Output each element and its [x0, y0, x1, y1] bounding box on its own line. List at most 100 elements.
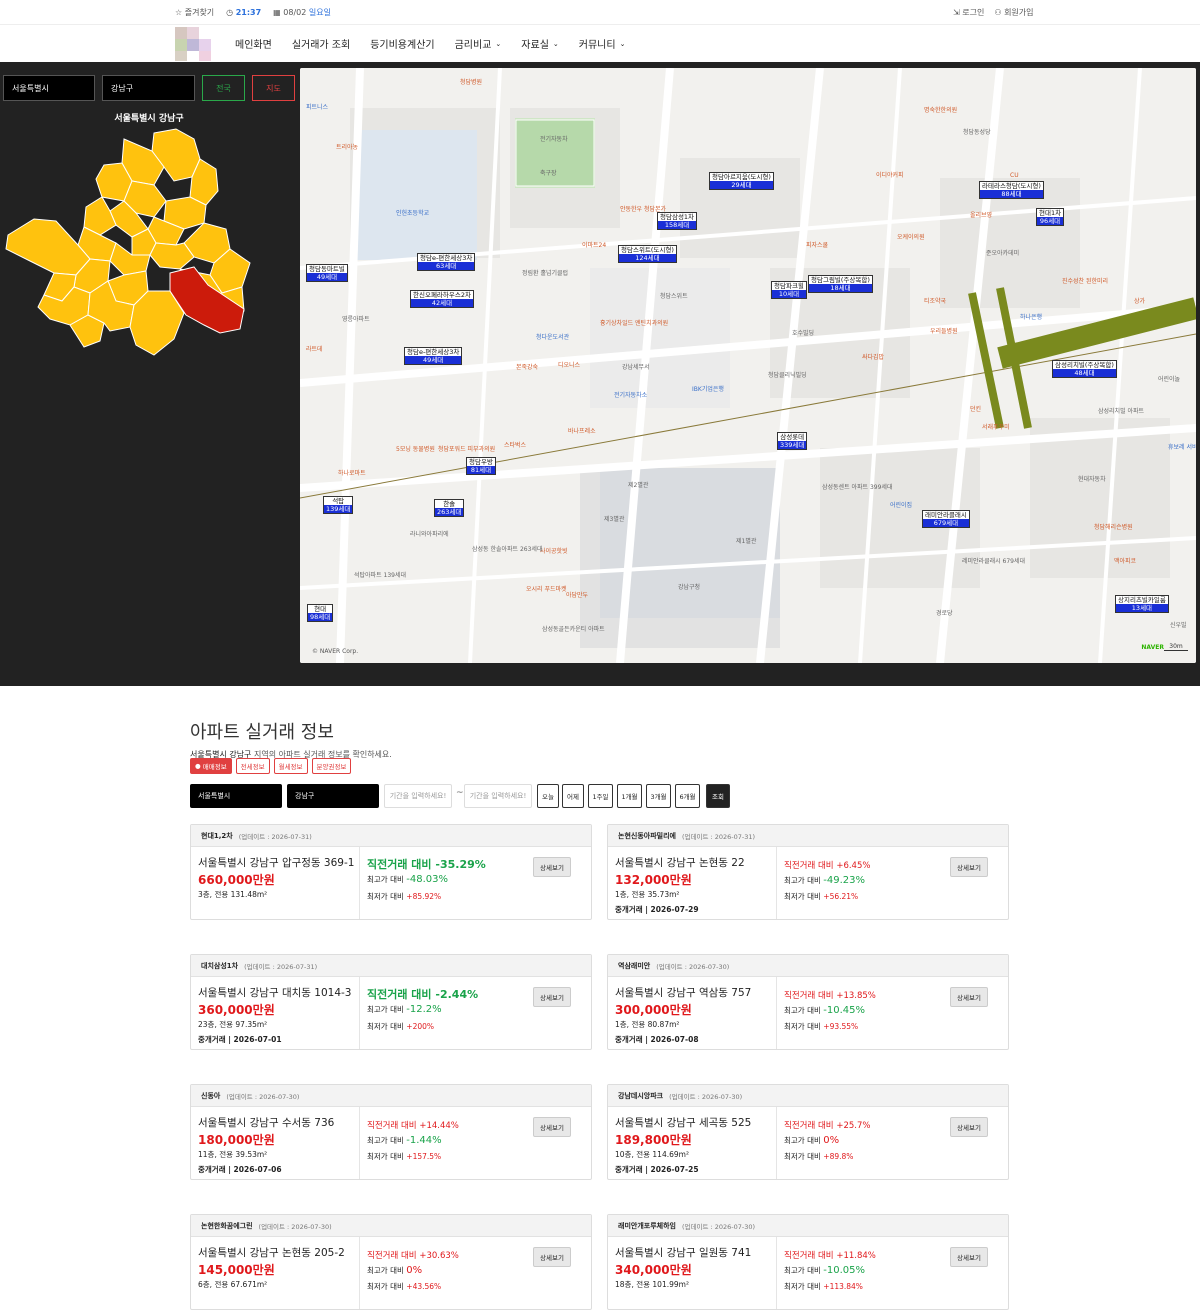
- chat-icon: ●: [195, 762, 201, 770]
- site-logo[interactable]: [175, 27, 213, 61]
- apt-marker-count: 42세대: [411, 299, 473, 307]
- tab-sale[interactable]: ● 매매정보: [190, 758, 232, 774]
- detail-button[interactable]: 상세보기: [533, 1117, 571, 1137]
- apt-marker-count: 96세대: [1037, 217, 1064, 225]
- date-end-input[interactable]: 기간을 입력하세요!: [464, 784, 532, 808]
- apt-marker[interactable]: 래미안라클래시 679세대: [922, 510, 970, 528]
- tab-presale[interactable]: 분양권정보: [311, 758, 352, 774]
- apt-address: 서울특별시 강남구 수서동 736: [198, 1117, 335, 1129]
- map-poi: 싸다김밥: [862, 354, 885, 361]
- apt-marker[interactable]: 삼성롯데 339세대: [777, 432, 808, 450]
- period-today-button[interactable]: 오늘: [537, 784, 559, 808]
- map-poi: CU: [1010, 172, 1019, 179]
- signup-link[interactable]: ⚇ 회원가입: [994, 7, 1033, 18]
- apt-marker[interactable]: 한솔 263세대: [434, 499, 465, 517]
- apt-marker-name: 청담파크힐: [774, 282, 804, 290]
- deal-price: 145,000만원: [198, 1263, 275, 1277]
- filter-district-select[interactable]: 강남구: [287, 784, 379, 808]
- detail-button[interactable]: 상세보기: [950, 1117, 988, 1137]
- nav-home[interactable]: 메인화면: [235, 36, 272, 51]
- search-button[interactable]: 조회: [706, 784, 730, 808]
- login-label: 로그인: [962, 7, 985, 17]
- bookmark-link[interactable]: ☆ 즐겨찾기: [175, 7, 214, 18]
- apt-marker[interactable]: 청담파크힐 10세대: [771, 281, 807, 299]
- apt-marker[interactable]: 청담그림빌(주상복합) 18세대: [808, 275, 873, 293]
- nav-archive[interactable]: 자료실 ⌄: [521, 36, 558, 52]
- detail-button[interactable]: 상세보기: [533, 987, 571, 1007]
- apt-marker[interactable]: 청담스위트(도시형) 124세대: [618, 245, 677, 263]
- map-poi: 바나프레소: [568, 428, 596, 435]
- period-3m-button[interactable]: 3개월: [646, 784, 671, 808]
- signup-label: 회원가입: [1004, 7, 1034, 17]
- apt-marker[interactable]: 현대 98세대: [307, 604, 334, 622]
- apt-section-header: 아파트 실거래 정보 서울특별시 강남구 지역의 아파트 실거래 정보를 확인하…: [190, 718, 392, 760]
- date-display: ▦ 08/02 일요일: [273, 7, 331, 18]
- deal-card: 강남데시앙파크 (업데이트 : 2026-07-30) 서울특별시 강남구 세곡동 …: [607, 1084, 1009, 1180]
- apt-marker[interactable]: 라테라스청담(도시형) 88세대: [979, 181, 1044, 199]
- prev-deal-change: 직전거래 대비 +13.85%: [784, 989, 876, 1001]
- period-week-button[interactable]: 1주일: [588, 784, 613, 808]
- nav-registry-calc[interactable]: 등기비용계산기: [370, 36, 434, 51]
- period-6m-button[interactable]: 6개월: [675, 784, 700, 808]
- city-select[interactable]: 서울특별시: [3, 75, 95, 101]
- map-poi: 현대자동차: [1078, 476, 1106, 483]
- district-select[interactable]: 강남구: [102, 75, 195, 101]
- filter-city-select[interactable]: 서울특별시: [190, 784, 282, 808]
- apt-marker[interactable]: 청담e-편한세상3차 49세대: [404, 347, 463, 365]
- apt-marker[interactable]: 청담동마트빌 49세대: [306, 264, 348, 282]
- apt-marker[interactable]: 한신오페라하우스2차 42세대: [410, 290, 474, 308]
- map-poi: 전기자동차: [540, 136, 568, 143]
- map-poi: 우리들병원: [930, 328, 958, 335]
- detail-button[interactable]: 상세보기: [533, 857, 571, 877]
- apt-marker-count: 98세대: [308, 613, 333, 621]
- nav-community[interactable]: 커뮤니티 ⌄: [579, 36, 626, 52]
- min-value: +157.5%: [406, 1152, 442, 1161]
- nav-rate-compare[interactable]: 금리비교 ⌄: [455, 36, 502, 52]
- prev-label: 직전거래 대비: [367, 858, 432, 871]
- update-date: (업데이트 : 2026-07-30): [669, 1092, 743, 1101]
- seoul-district-map[interactable]: [4, 125, 254, 361]
- map-poi: 피자스쿨: [806, 242, 829, 249]
- date-start-input[interactable]: 기간을 입력하세요!: [384, 784, 452, 808]
- apt-marker[interactable]: 삼성리치빌(주상복합) 48세대: [1052, 360, 1117, 378]
- apt-marker[interactable]: 청담아르지움(도시형) 29세대: [709, 172, 774, 190]
- apt-marker[interactable]: 청담우방 81세대: [466, 457, 496, 475]
- min-price-change: 최저가 대비 +93.55%: [784, 1021, 858, 1032]
- apt-marker[interactable]: 청담e-편한세상3차 63세대: [417, 253, 476, 271]
- tab-monthly[interactable]: 월세정보: [273, 758, 308, 774]
- date-text: 08/02: [283, 7, 307, 17]
- map-poi: 안동한우 청담본가: [620, 206, 667, 213]
- apt-address: 서울특별시 강남구 세곡동 525: [615, 1117, 752, 1129]
- apt-marker[interactable]: 석탑 139세대: [323, 496, 354, 514]
- nav-realprice[interactable]: 실거래가 조회: [292, 36, 350, 51]
- street-map[interactable]: 청담e-편한세상3차 63세대 한신오페라하우스2차 42세대 청담e-편한세상3차…: [300, 68, 1196, 663]
- clock: ◷ 21:37: [226, 8, 261, 17]
- apt-marker[interactable]: 청담삼성1차 158세대: [657, 212, 698, 230]
- min-price-change: 최저가 대비 +113.84%: [784, 1281, 863, 1292]
- min-label: 최저가 대비: [784, 1022, 821, 1031]
- login-link[interactable]: ⇲ 로그인: [953, 7, 984, 18]
- map-poi: 삼성리치빌 아파트: [1098, 408, 1145, 415]
- map-poi: 흉기상차일드 엔틴치과의원: [600, 320, 669, 327]
- map-button[interactable]: 지도: [252, 75, 295, 101]
- period-yesterday-button[interactable]: 어제: [562, 784, 584, 808]
- deal-type-date: 중개거래 | 2026-07-29: [615, 905, 699, 914]
- apt-spec: 1층, 전용 80.87m²: [615, 1020, 680, 1029]
- nationwide-button[interactable]: 전국: [202, 75, 245, 101]
- detail-button[interactable]: 상세보기: [950, 857, 988, 877]
- detail-button[interactable]: 상세보기: [533, 1247, 571, 1267]
- detail-button[interactable]: 상세보기: [950, 987, 988, 1007]
- map-poi: 진수성찬 된한미리: [1062, 278, 1109, 285]
- period-1m-button[interactable]: 1개월: [617, 784, 642, 808]
- tab-jeonse[interactable]: 전세정보: [235, 758, 270, 774]
- deal-card: 래미안개포루체하임 (업데이트 : 2026-07-30) 서울특별시 강남구 일원…: [607, 1214, 1009, 1310]
- deal-card-header: 논현한화꿈에그린 (업데이트 : 2026-07-30): [191, 1215, 591, 1237]
- apt-marker[interactable]: 상지리츠빌카일룸 13세대: [1115, 595, 1169, 613]
- apt-name: 래미안개포루체하임: [618, 1221, 676, 1230]
- apt-marker-name: 현대1차: [1039, 209, 1062, 217]
- detail-button[interactable]: 상세보기: [950, 1247, 988, 1267]
- apt-marker[interactable]: 현대1차 96세대: [1036, 208, 1065, 226]
- update-date: (업데이트 : 2026-07-30): [656, 962, 730, 971]
- map-poi: 아담만두: [566, 592, 589, 599]
- deal-price: 189,800만원: [615, 1133, 692, 1147]
